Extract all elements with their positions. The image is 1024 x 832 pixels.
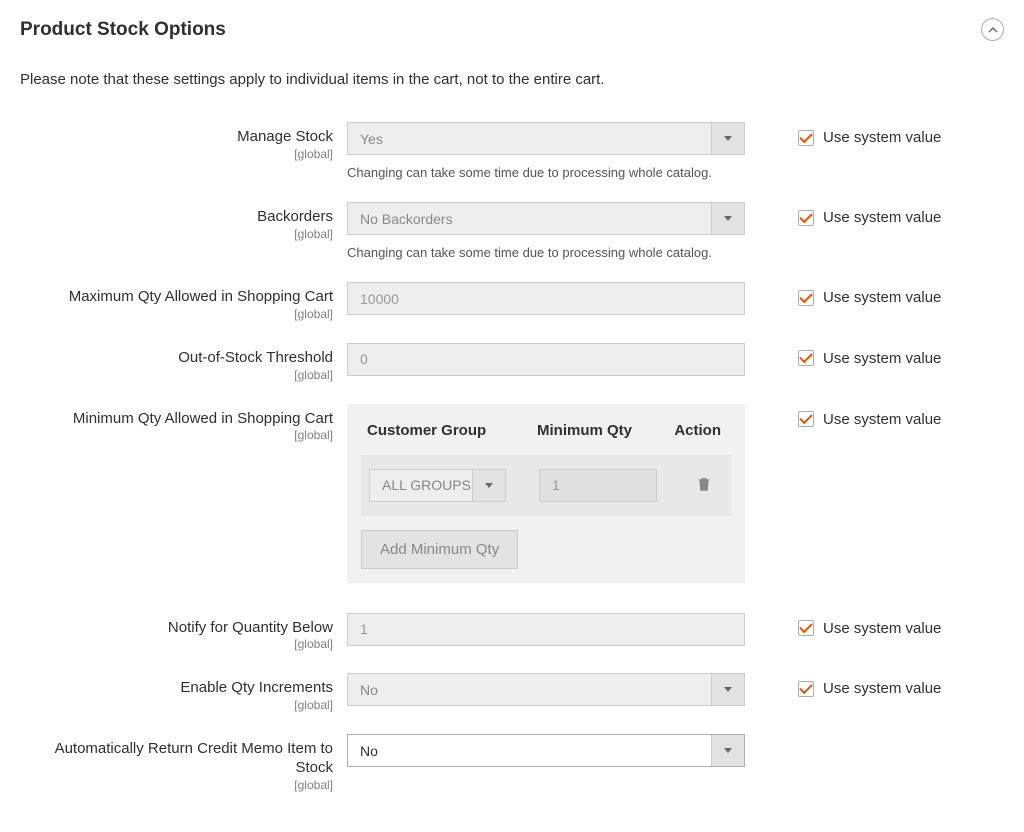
enable-increments-label: Enable Qty Increments: [20, 679, 333, 698]
scope-label: [global]: [20, 368, 333, 382]
add-minimum-qty-button[interactable]: Add Minimum Qty: [361, 530, 518, 569]
delete-row-button[interactable]: [695, 475, 713, 496]
scope-label: [global]: [20, 307, 333, 321]
use-system-label: Use system value: [823, 350, 941, 367]
use-system-label: Use system value: [823, 129, 941, 146]
scope-label: [global]: [20, 778, 333, 792]
notify-below-input[interactable]: 1: [347, 613, 745, 646]
use-system-label: Use system value: [823, 411, 941, 428]
min-qty-system-checkbox[interactable]: [798, 411, 814, 427]
scope-label: [global]: [20, 147, 333, 161]
max-qty-system-checkbox[interactable]: [798, 290, 814, 306]
backorders-value: No Backorders: [348, 211, 711, 227]
min-qty-label: Minimum Qty Allowed in Shopping Cart: [20, 410, 333, 429]
notify-below-system-checkbox[interactable]: [798, 620, 814, 636]
max-qty-input[interactable]: 10000: [347, 282, 745, 315]
chevron-up-icon: [988, 25, 998, 35]
scope-label: [global]: [20, 637, 333, 651]
auto-return-select[interactable]: No: [347, 734, 745, 767]
oos-threshold-label: Out-of-Stock Threshold: [20, 349, 333, 368]
use-system-label: Use system value: [823, 209, 941, 226]
min-qty-group-value: ALL GROUPS: [370, 477, 472, 493]
enable-increments-select[interactable]: No: [347, 673, 745, 706]
oos-threshold-system-checkbox[interactable]: [798, 350, 814, 366]
manage-stock-value: Yes: [348, 131, 711, 147]
min-qty-table: Customer Group Minimum Qty Action ALL GR…: [347, 404, 745, 583]
min-qty-group-select[interactable]: ALL GROUPS: [369, 469, 506, 502]
trash-icon: [695, 475, 713, 493]
use-system-label: Use system value: [823, 289, 941, 306]
enable-increments-system-checkbox[interactable]: [798, 681, 814, 697]
min-qty-row: ALL GROUPS 1: [361, 455, 731, 516]
scope-label: [global]: [20, 428, 333, 442]
max-qty-label: Maximum Qty Allowed in Shopping Cart: [20, 288, 333, 307]
backorders-label: Backorders: [20, 208, 333, 227]
backorders-helper: Changing can take some time due to proce…: [347, 245, 745, 260]
auto-return-label: Automatically Return Credit Memo Item to…: [20, 740, 333, 778]
min-qty-value-input[interactable]: 1: [539, 469, 657, 502]
backorders-select[interactable]: No Backorders: [347, 202, 745, 235]
chevron-down-icon: [711, 674, 744, 705]
enable-increments-value: No: [348, 682, 711, 698]
manage-stock-helper: Changing can take some time due to proce…: [347, 165, 745, 180]
section-title: Product Stock Options: [20, 19, 226, 41]
backorders-system-checkbox[interactable]: [798, 210, 814, 226]
use-system-label: Use system value: [823, 620, 941, 637]
min-qty-col-qty: Minimum Qty: [537, 422, 667, 439]
chevron-down-icon: [472, 470, 505, 501]
manage-stock-select[interactable]: Yes: [347, 122, 745, 155]
min-qty-col-action: Action: [667, 422, 725, 439]
use-system-label: Use system value: [823, 680, 941, 697]
section-note: Please note that these settings apply to…: [20, 71, 1004, 88]
auto-return-value: No: [348, 743, 711, 759]
oos-threshold-input[interactable]: 0: [347, 343, 745, 376]
manage-stock-label: Manage Stock: [20, 128, 333, 147]
collapse-toggle[interactable]: [981, 18, 1004, 41]
min-qty-col-group: Customer Group: [367, 422, 537, 439]
notify-below-label: Notify for Quantity Below: [20, 619, 333, 638]
manage-stock-system-checkbox[interactable]: [798, 130, 814, 146]
chevron-down-icon: [711, 123, 744, 154]
scope-label: [global]: [20, 227, 333, 241]
chevron-down-icon: [711, 735, 744, 766]
chevron-down-icon: [711, 203, 744, 234]
scope-label: [global]: [20, 698, 333, 712]
